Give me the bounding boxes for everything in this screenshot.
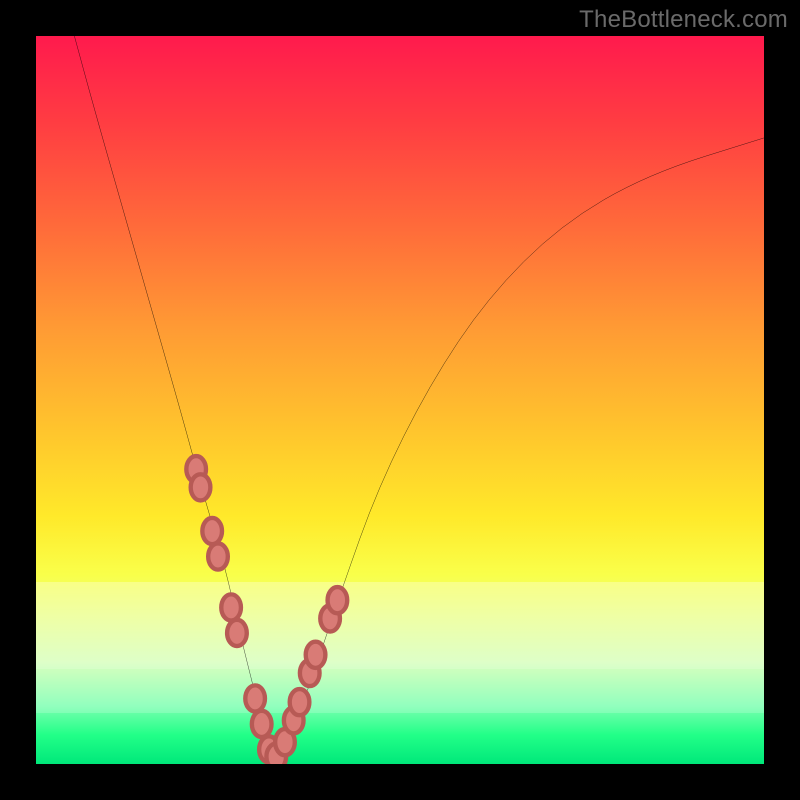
curve-path (72, 36, 764, 757)
highlight-dot (290, 689, 310, 715)
highlight-dot (245, 685, 265, 711)
highlight-dot (227, 620, 247, 646)
highlight-dot (221, 594, 241, 620)
highlight-dots (186, 456, 347, 764)
chart-frame: TheBottleneck.com (0, 0, 800, 800)
highlight-dot (306, 642, 326, 668)
highlight-dot (208, 543, 228, 569)
plot-area (36, 36, 764, 764)
highlight-dot (252, 711, 272, 737)
highlight-dot (328, 587, 348, 613)
highlight-dot (202, 518, 222, 544)
highlight-dot (191, 474, 211, 500)
bottleneck-curve (36, 36, 764, 764)
watermark-text: TheBottleneck.com (579, 6, 788, 34)
